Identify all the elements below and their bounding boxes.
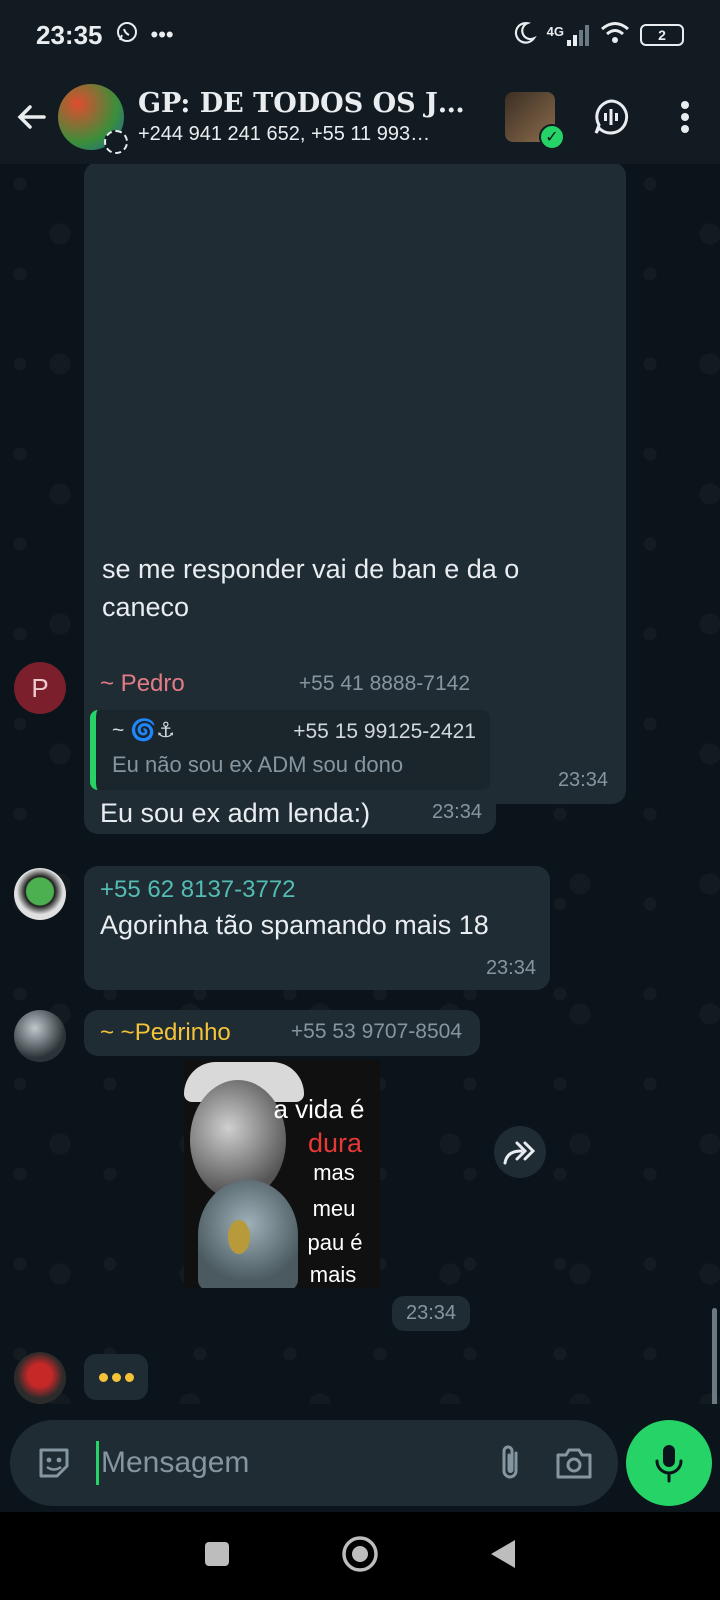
recents-square-icon (205, 1541, 229, 1566)
message-time: 23:34 (392, 1296, 471, 1331)
group-info[interactable]: GP: DE TODOS OS J… +244 941 241 652, +55… (138, 88, 483, 146)
avatar[interactable] (14, 1352, 66, 1404)
camera-icon (556, 1448, 592, 1479)
more-notifications-icon: ••• (150, 22, 174, 47)
battery-icon: 2 (640, 24, 684, 46)
typing-dot (124, 1372, 134, 1382)
verified-check-icon: ✓ (539, 124, 565, 150)
sticker-text-line: dura (307, 1128, 363, 1158)
back-triangle-icon (491, 1539, 515, 1568)
message-input[interactable] (101, 1446, 484, 1480)
menu-button[interactable] (659, 91, 711, 143)
community-avatar[interactable]: ✓ (505, 92, 565, 150)
sender-phone: +55 53 9707-8504 (290, 1020, 462, 1043)
status-time: 23:35 (36, 19, 103, 50)
back-nav-button[interactable] (489, 1538, 517, 1575)
chat-area[interactable]: se me responder vai de ban e da o caneco… (0, 164, 720, 1404)
sticker-button[interactable] (28, 1437, 80, 1489)
back-button[interactable] (6, 91, 58, 143)
group-participants: +244 941 241 652, +55 11 993… (138, 123, 431, 145)
message-text: se me responder vai de ban e da o caneco (102, 554, 520, 622)
message-input-bar (10, 1420, 618, 1506)
voice-record-button[interactable] (626, 1420, 712, 1506)
message-time: 23:34 (431, 801, 482, 823)
message-bubble[interactable]: ~ Pedro +55 41 8888-7142 ~ 🌀⚓ +55 15 991… (84, 660, 496, 834)
group-avatar[interactable] (58, 84, 128, 154)
message-time: 23:34 (485, 957, 536, 979)
message-time: 23:34 (557, 769, 608, 791)
message-bubble[interactable]: +55 62 8137-3772 Agorinha tão spamando m… (84, 866, 550, 990)
voice-chat-icon (594, 99, 629, 135)
sender-name[interactable]: ~ Pedro (100, 670, 185, 698)
sticker-medal (228, 1220, 250, 1254)
text-cursor (96, 1441, 99, 1485)
home-circle-icon (342, 1535, 378, 1572)
sender-label-bubble[interactable]: ~ ~Pedrinho +55 53 9707-8504 (84, 1010, 480, 1056)
scrollbar[interactable] (712, 1308, 717, 1404)
group-title: GP: DE TODOS OS J… (138, 88, 465, 119)
recents-button[interactable] (203, 1540, 231, 1573)
signal-icon: 4G (547, 24, 590, 46)
quote-phone: +55 15 99125-2421 (293, 720, 476, 743)
quoted-message[interactable]: ~ 🌀⚓ +55 15 99125-2421 Eu não sou ex ADM… (90, 710, 490, 790)
moon-icon (511, 20, 537, 51)
attach-button[interactable] (484, 1437, 536, 1489)
camera-button[interactable] (548, 1437, 600, 1489)
quote-text: Eu não sou ex ADM sou dono (112, 752, 404, 777)
message-text: Agorinha tão spamando mais 18 (100, 910, 489, 940)
chat-header: GP: DE TODOS OS J… +244 941 241 652, +55… (0, 70, 720, 164)
voice-chat-button[interactable] (585, 91, 637, 143)
avatar[interactable] (14, 1010, 66, 1062)
paperclip-icon (502, 1445, 518, 1479)
whatsapp-notification-icon (115, 20, 139, 50)
typing-dot (111, 1372, 121, 1382)
typing-dot (98, 1372, 108, 1382)
sender-name[interactable]: ~ ~Pedrinho (100, 1019, 231, 1047)
sticker-text-line: mas (313, 1160, 355, 1185)
microphone-icon (655, 1445, 683, 1483)
forward-button[interactable] (494, 1126, 546, 1178)
sticker-text-line: meu (312, 1196, 356, 1221)
network-type: 4G (546, 24, 564, 39)
forward-icon (503, 1141, 536, 1165)
sender-phone: +55 41 8888-7142 (298, 672, 470, 695)
home-button[interactable] (341, 1535, 379, 1578)
back-arrow-icon (17, 105, 46, 129)
wifi-icon (600, 21, 630, 50)
typing-indicator (84, 1354, 148, 1400)
more-vertical-icon (681, 101, 689, 133)
sender-name[interactable]: +55 62 8137-3772 (100, 876, 296, 904)
status-ring-icon (104, 130, 128, 154)
system-navigation-bar (0, 1512, 720, 1600)
sticker-text-line: a vida é (273, 1094, 365, 1124)
sticker-text-line: mais (309, 1262, 357, 1287)
message-text: Eu sou ex adm lenda:) (100, 798, 371, 828)
status-bar: 23:35 ••• 4G 2 (0, 0, 720, 70)
avatar[interactable]: P (14, 662, 66, 714)
quote-sender: ~ 🌀⚓ (112, 719, 176, 742)
sticker-image[interactable]: a vida é dura mas meu pau é mais (184, 1060, 380, 1288)
sticker-text-line: pau é (307, 1230, 363, 1255)
sticker-icon (39, 1448, 69, 1478)
avatar[interactable] (14, 868, 66, 920)
